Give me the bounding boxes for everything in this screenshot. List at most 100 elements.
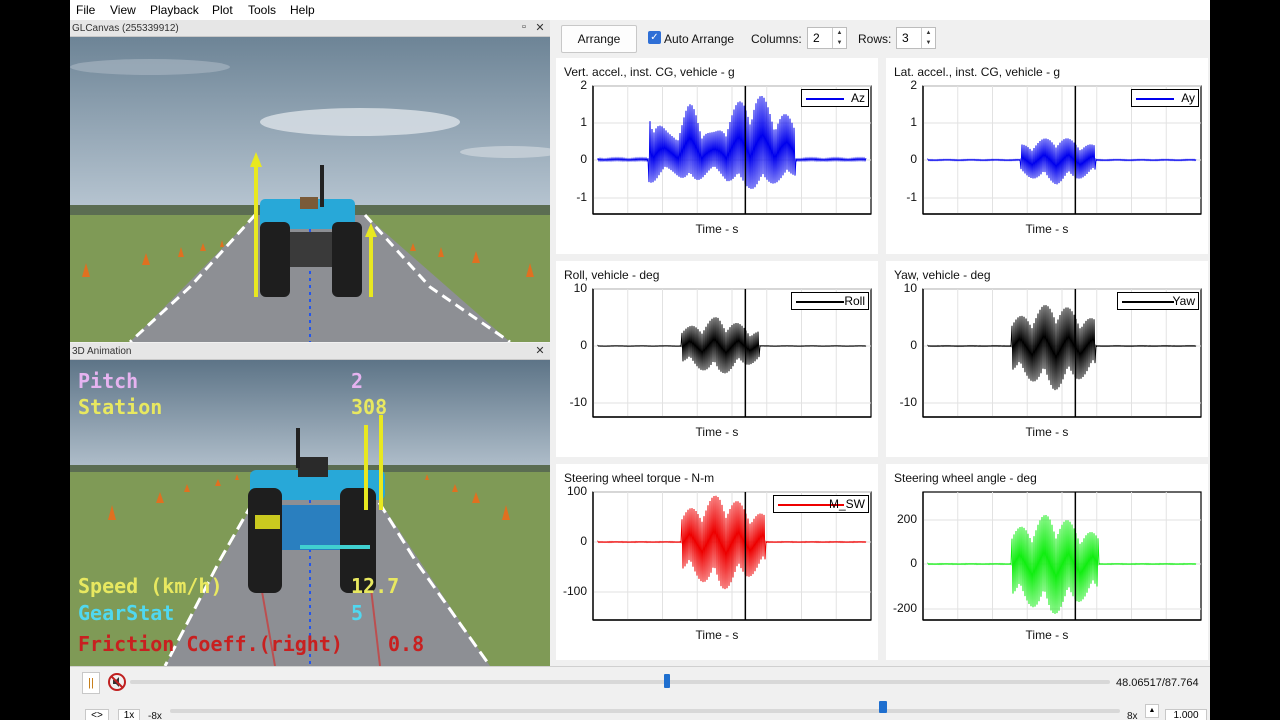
legend: Yaw — [1117, 292, 1199, 310]
plot-panel[interactable]: Yaw, vehicle - deg 10 0 -10 Time - s Yaw — [886, 261, 1208, 457]
legend-swatch — [1136, 98, 1174, 100]
rear-view-scene[interactable] — [70, 37, 550, 342]
speed-value: 12.7 — [351, 574, 400, 598]
timeline-thumb[interactable] — [664, 674, 671, 688]
speed-1x-button[interactable]: 1x — [118, 709, 140, 720]
speed-input[interactable]: 1.000 — [1165, 709, 1207, 720]
legend-label: Ay — [1181, 91, 1195, 105]
glcanvas-title: GLCanvas (255339912) ▫ ✕ — [70, 20, 550, 37]
legend: Az — [801, 89, 869, 107]
y-tick-label: 0 — [580, 152, 587, 166]
auto-arrange-label: Auto Arrange — [664, 32, 735, 46]
plot-title: Roll, vehicle - deg — [564, 268, 660, 282]
y-tick-label: -10 — [899, 395, 917, 409]
loop-button[interactable]: <> — [85, 709, 109, 720]
glcanvas-title-text: GLCanvas (255339912) — [72, 23, 179, 34]
legend: M_SW — [773, 495, 869, 513]
speed-label: Speed (km/h) — [78, 574, 223, 598]
y-tick-label: -10 — [569, 395, 587, 409]
y-tick-label: 1 — [580, 115, 587, 129]
legend: Roll — [791, 292, 869, 310]
legend-label: M_SW — [829, 497, 865, 511]
animation-title: 3D Animation ✕ — [70, 343, 550, 360]
spin-down-icon[interactable]: ▼ — [921, 38, 935, 48]
speed-thumb[interactable] — [878, 701, 887, 713]
spin-up-icon[interactable]: ▲ — [921, 28, 935, 38]
y-tick-label: -1 — [906, 190, 917, 204]
station-label: Station — [78, 395, 163, 419]
menu-plot[interactable]: Plot — [212, 3, 233, 17]
rows-value: 3 — [902, 31, 909, 45]
y-tick-label: 0 — [910, 152, 917, 166]
plot-title: Yaw, vehicle - deg — [894, 268, 991, 282]
y-tick-label: -200 — [892, 601, 917, 615]
y-tick-label: 2 — [580, 78, 587, 92]
speed-max-label: 8x — [1127, 711, 1138, 720]
close-icon[interactable]: ✕ — [534, 21, 546, 34]
y-tick-label: 0 — [580, 534, 587, 548]
plot-title: Vert. accel., inst. CG, vehicle - g — [564, 65, 735, 79]
plot-title: Steering wheel angle - deg — [894, 471, 1037, 485]
menu-file[interactable]: File — [76, 3, 95, 17]
spin-up-icon[interactable]: ▲ — [1145, 704, 1159, 718]
legend-swatch — [1122, 301, 1174, 303]
menu-playback[interactable]: Playback — [150, 3, 199, 17]
y-tick-label: 0 — [580, 338, 587, 352]
menu-view[interactable]: View — [110, 3, 136, 17]
y-tick-label: 10 — [903, 281, 917, 295]
arrange-button[interactable]: Arrange — [561, 25, 637, 53]
animation-title-text: 3D Animation — [72, 346, 132, 357]
friction-value: 0.8 — [388, 632, 425, 656]
glcanvas-pane: GLCanvas (255339912) ▫ ✕ — [70, 20, 550, 342]
x-axis-label: Time - s — [695, 222, 739, 236]
x-axis-label: Time - s — [1025, 425, 1069, 439]
plot-panel[interactable]: Steering wheel torque - N-m 100 0 -100 Time … — [556, 464, 878, 660]
y-tick-label: -1 — [576, 190, 587, 204]
plot-panel[interactable]: Lat. accel., inst. CG, vehicle - g 2 1 0 -1 T… — [886, 58, 1208, 254]
y-tick-label: 100 — [566, 484, 587, 498]
menu-help[interactable]: Help — [290, 3, 315, 17]
gear-value: 5 — [351, 601, 364, 625]
station-value: 308 — [351, 395, 388, 419]
time-readout: 48.06517/87.764 — [1116, 677, 1199, 689]
legend-label: Yaw — [1172, 294, 1195, 308]
y-tick-label: -100 — [562, 584, 587, 598]
speed-min-label: -8x — [148, 711, 162, 720]
plot-panel[interactable]: Steering wheel angle - deg 200 0 -200 Time -… — [886, 464, 1208, 660]
rows-spinbox[interactable]: 3 ▲ ▼ — [896, 27, 936, 49]
restore-icon[interactable]: ▫ — [518, 21, 530, 33]
plot-toolbar: Arrange ✓ Auto Arrange Columns: 2 ▲ ▼ Ro… — [555, 20, 1210, 58]
x-axis-label: Time - s — [1025, 222, 1069, 236]
x-axis-label: Time - s — [695, 628, 739, 642]
y-tick-label: 1 — [910, 115, 917, 129]
pitch-value: 2 — [351, 369, 364, 393]
mute-icon[interactable] — [107, 672, 127, 692]
animation-pane: 3D Animation ✕ Pitch 2 Station 308 Speed… — [70, 343, 550, 666]
y-tick-label: 0 — [910, 338, 917, 352]
pause-button[interactable]: || — [82, 672, 100, 694]
x-axis-label: Time - s — [695, 425, 739, 439]
x-axis-label: Time - s — [1025, 628, 1069, 642]
plot-panel[interactable]: Roll, vehicle - deg 10 0 -10 Time - s Roll — [556, 261, 878, 457]
y-tick-label: 10 — [573, 281, 587, 295]
rows-label: Rows: — [858, 32, 892, 46]
y-tick-label: 0 — [910, 556, 917, 570]
columns-value: 2 — [813, 31, 820, 45]
plot-panel[interactable]: Vert. accel., inst. CG, vehicle - g 2 1 0 -1… — [556, 58, 878, 254]
menu-tools[interactable]: Tools — [248, 3, 276, 17]
auto-arrange-checkbox[interactable]: ✓ — [648, 31, 661, 44]
spin-up-icon[interactable]: ▲ — [832, 28, 846, 38]
legend-label: Az — [850, 91, 865, 105]
speed-track[interactable] — [170, 701, 1120, 713]
gear-label: GearStat — [78, 601, 175, 625]
columns-label: Columns: — [751, 32, 802, 46]
y-tick-label: 2 — [910, 78, 917, 92]
close-icon[interactable]: ✕ — [534, 344, 546, 357]
timeline-track[interactable] — [130, 674, 1110, 688]
legend: Ay — [1131, 89, 1199, 107]
plot-title: Lat. accel., inst. CG, vehicle - g — [894, 65, 1061, 79]
friction-label: Friction Coeff.(right) — [78, 632, 343, 656]
spin-down-icon[interactable]: ▼ — [832, 38, 846, 48]
columns-spinbox[interactable]: 2 ▲ ▼ — [807, 27, 847, 49]
legend-swatch — [806, 98, 844, 100]
